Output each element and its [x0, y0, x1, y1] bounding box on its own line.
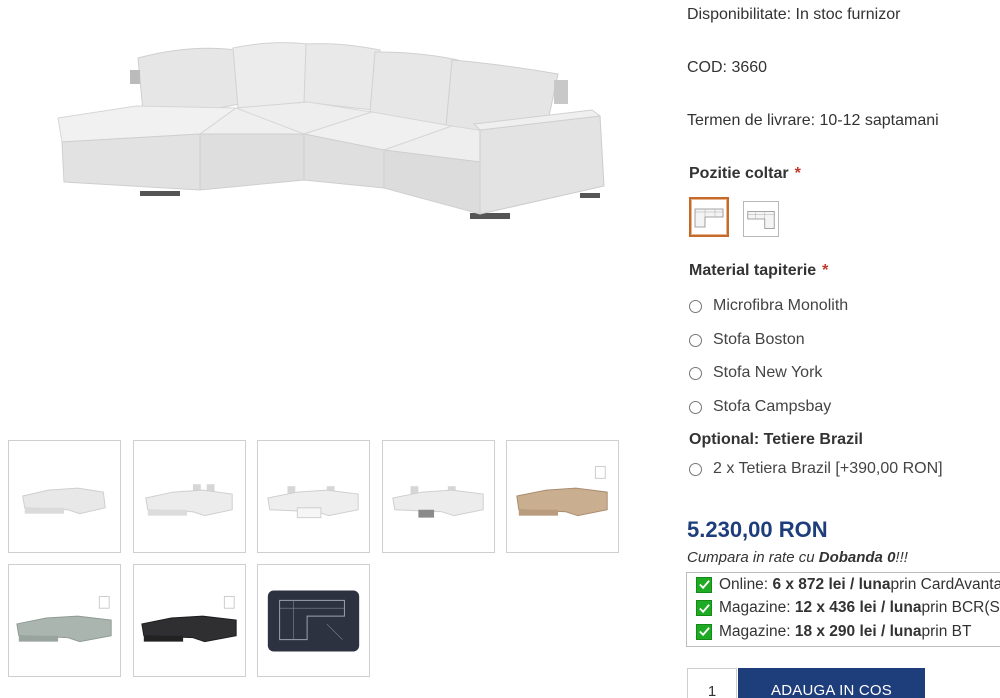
corner-right-swatch[interactable] [743, 201, 779, 237]
material-label: Material tapiterie [689, 262, 817, 279]
material-option[interactable]: Stofa Campsbay [689, 397, 831, 417]
installments-intro-suffix: !!! [895, 549, 908, 566]
corner-position-title: Pozitie coltar * [689, 165, 801, 183]
optional-option-label: 2 x Tetiera Brazil [+390,00 RON] [713, 460, 943, 477]
material-option[interactable]: Microfibra Monolith [689, 296, 848, 316]
gallery-thumbnail[interactable] [133, 440, 246, 553]
required-mark: * [822, 262, 829, 279]
installment-suffix: prin CardAvantaj [890, 575, 1000, 593]
installment-amount: 12 x 436 lei / luna [794, 599, 922, 617]
installment-suffix: prin BT [921, 622, 972, 640]
installments-intro: Cumpara in rate cu Dobanda 0!!! [687, 549, 908, 566]
material-option-label: Stofa Campsbay [713, 398, 832, 415]
gallery-thumbnail[interactable] [382, 440, 495, 553]
radio-icon[interactable] [689, 299, 702, 313]
quantity-input[interactable]: 1 [687, 668, 737, 698]
product-price: 5.230,00 RON [687, 517, 828, 542]
add-to-cart-button[interactable]: ADAUGA IN COS [738, 668, 925, 698]
radio-icon[interactable] [689, 462, 702, 476]
gallery-thumbnail[interactable] [8, 564, 121, 677]
material-option[interactable]: Stofa New York [689, 363, 822, 383]
material-option-label: Stofa New York [713, 364, 823, 381]
installments-intro-bold: Dobanda 0 [818, 549, 896, 566]
gallery-thumbnail[interactable] [257, 564, 370, 677]
gallery-thumbnail[interactable] [506, 440, 619, 553]
availability-text: Disponibilitate: In stoc furnizor [687, 6, 901, 23]
checkmark-icon [696, 623, 712, 640]
installment-row: Magazine: 12 x 436 lei / luna prin BCR(S… [687, 597, 1000, 621]
gallery-thumbnail[interactable] [8, 440, 121, 553]
optional-option[interactable]: 2 x Tetiera Brazil [+390,00 RON] [689, 459, 943, 479]
installments-box: Online: 6 x 872 lei / luna prin CardAvan… [686, 572, 1000, 647]
radio-icon[interactable] [689, 400, 702, 414]
product-code: COD: 3660 [687, 59, 768, 76]
material-option-label: Stofa Boston [713, 331, 805, 348]
corner-left-swatch[interactable] [689, 197, 729, 237]
installment-amount: 18 x 290 lei / luna [794, 622, 922, 640]
material-title: Material tapiterie * [689, 262, 828, 280]
installment-suffix: prin BCR(Star Bt) [921, 599, 1000, 617]
radio-icon[interactable] [689, 333, 702, 347]
delivery-term: Termen de livrare: 10-12 saptamani [687, 112, 939, 129]
installment-prefix: Magazine: [719, 622, 791, 640]
installment-prefix: Online: [719, 575, 769, 593]
main-product-image[interactable] [40, 30, 620, 240]
checkmark-icon [696, 600, 712, 617]
checkmark-icon [696, 576, 712, 593]
installment-row: Magazine: 18 x 290 lei / luna prin BT [687, 620, 1000, 644]
installments-intro-prefix: Cumpara in rate cu [687, 549, 819, 566]
installment-row: Online: 6 x 872 lei / luna prin CardAvan… [687, 573, 1000, 597]
material-option[interactable]: Stofa Boston [689, 330, 805, 350]
radio-icon[interactable] [689, 366, 702, 380]
gallery-thumbnail[interactable] [257, 440, 370, 553]
material-option-label: Microfibra Monolith [713, 297, 849, 314]
required-mark: * [794, 165, 801, 182]
optional-title: Optional: Tetiere Brazil [689, 431, 863, 448]
installment-amount: 6 x 872 lei / luna [772, 575, 891, 593]
gallery-thumbnail[interactable] [133, 564, 246, 677]
corner-position-label: Pozitie coltar [689, 165, 789, 182]
installment-prefix: Magazine: [719, 599, 791, 617]
